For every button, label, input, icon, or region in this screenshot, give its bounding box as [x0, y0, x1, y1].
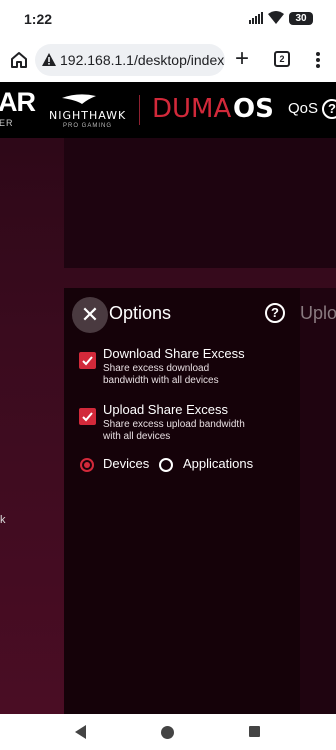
download-share-title: Download Share Excess	[103, 346, 245, 361]
signal-icon	[249, 12, 263, 24]
web-page: AR ER NIGHTHAWK PRO GAMING DUMA OS QoS ?…	[0, 82, 336, 714]
address-bar[interactable]: 192.168.1.1/desktop/index.h	[35, 44, 225, 76]
home-nav-icon[interactable]	[161, 726, 174, 739]
options-panel: ✕ Options ? Download Share Excess Share …	[64, 288, 336, 714]
status-time: 1:22	[24, 11, 53, 27]
panel-title: Options	[109, 303, 172, 323]
back-icon[interactable]	[75, 725, 87, 739]
side-label-partial: k	[0, 514, 6, 526]
brand-sub-partial: ER	[0, 118, 14, 128]
header-divider	[139, 95, 140, 125]
nighthawk-subtitle: PRO GAMING	[63, 123, 113, 129]
close-button[interactable]: ✕	[72, 297, 108, 333]
dumaos-logo-duma: DUMA	[152, 94, 232, 124]
dumaos-logo-os: OS	[233, 94, 274, 124]
battery-icon: 30	[289, 12, 313, 25]
download-share-checkbox[interactable]	[79, 352, 96, 369]
recents-icon[interactable]	[249, 726, 260, 737]
options-panel-body: ✕ Options ? Download Share Excess Share …	[64, 288, 300, 714]
upload-share-title: Upload Share Excess	[103, 402, 229, 417]
upload-share-description: Share excess upload bandwidth with all d…	[103, 419, 245, 442]
status-bar: 1:22 30	[0, 0, 336, 38]
devices-radio[interactable]	[80, 458, 94, 472]
background-panel	[64, 138, 336, 268]
tab-switcher-button[interactable]: 2	[274, 51, 290, 67]
browser-toolbar: 192.168.1.1/desktop/index.h + 2	[0, 38, 336, 82]
not-secure-icon[interactable]	[42, 53, 56, 66]
devices-radio-label[interactable]: Devices	[103, 456, 149, 471]
new-tab-button[interactable]: +	[235, 47, 249, 71]
close-icon: ✕	[80, 302, 100, 327]
checkmark-icon	[82, 356, 93, 366]
url-text: 192.168.1.1/desktop/index.h	[60, 52, 225, 68]
brand-logo-partial: AR	[0, 87, 36, 117]
download-share-description: Share excess download bandwidth with all…	[103, 363, 219, 386]
nighthawk-wordmark: NIGHTHAWK	[49, 109, 127, 122]
upload-share-checkbox[interactable]	[79, 408, 96, 425]
applications-radio[interactable]	[159, 458, 173, 472]
more-menu-icon[interactable]	[308, 50, 328, 70]
home-icon[interactable]	[9, 50, 29, 70]
page-title: QoS	[288, 100, 319, 117]
app-header: AR ER NIGHTHAWK PRO GAMING DUMA OS QoS ?	[0, 82, 336, 138]
applications-radio-label[interactable]: Applications	[183, 456, 253, 471]
wifi-icon	[268, 11, 284, 24]
panel-help-icon[interactable]: ?	[265, 303, 285, 323]
panel-upload-title-partial: Uplo	[300, 303, 336, 323]
header-help-icon[interactable]: ?	[322, 99, 336, 119]
checkmark-icon	[82, 412, 93, 422]
system-nav-bar	[0, 714, 336, 750]
